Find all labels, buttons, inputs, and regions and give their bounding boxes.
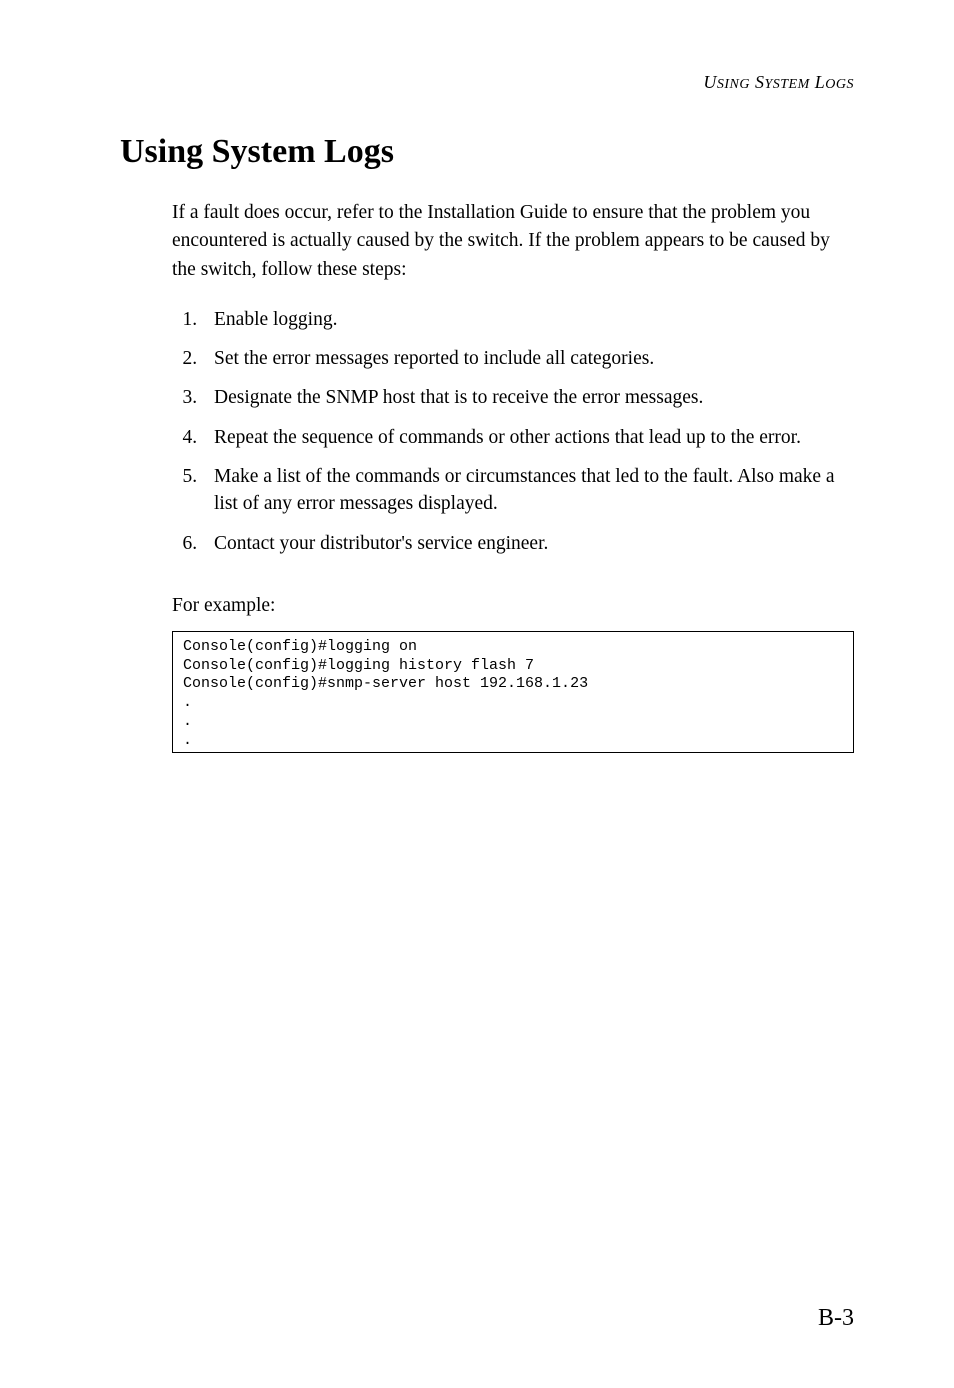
example-label: For example: <box>172 595 854 617</box>
code-line: Console(config)#logging history flash 7 <box>183 657 534 674</box>
steps-list: Enable logging. Set the error messages r… <box>172 306 854 569</box>
step-item: Make a list of the commands or circumsta… <box>202 463 854 518</box>
step-item: Contact your distributor's service engin… <box>202 530 854 557</box>
step-item: Enable logging. <box>202 306 854 333</box>
step-item: Set the error messages reported to inclu… <box>202 345 854 372</box>
running-header-text: USING SYSTEM LOGS <box>703 72 854 92</box>
step-item: Repeat the sequence of commands or other… <box>202 424 854 451</box>
code-line: Console(config)#logging on <box>183 638 417 655</box>
code-line: Console(config)#snmp-server host 192.168… <box>183 675 588 692</box>
intro-paragraph: If a fault does occur, refer to the Inst… <box>172 199 854 284</box>
ellipsis-dots: . . . <box>183 694 192 749</box>
page-number: B-3 <box>818 1305 854 1332</box>
code-block: Console(config)#logging on Console(confi… <box>172 631 854 754</box>
page-title: Using System Logs <box>120 133 854 171</box>
running-header: USING SYSTEM LOGS <box>120 72 854 93</box>
step-item: Designate the SNMP host that is to recei… <box>202 384 854 411</box>
